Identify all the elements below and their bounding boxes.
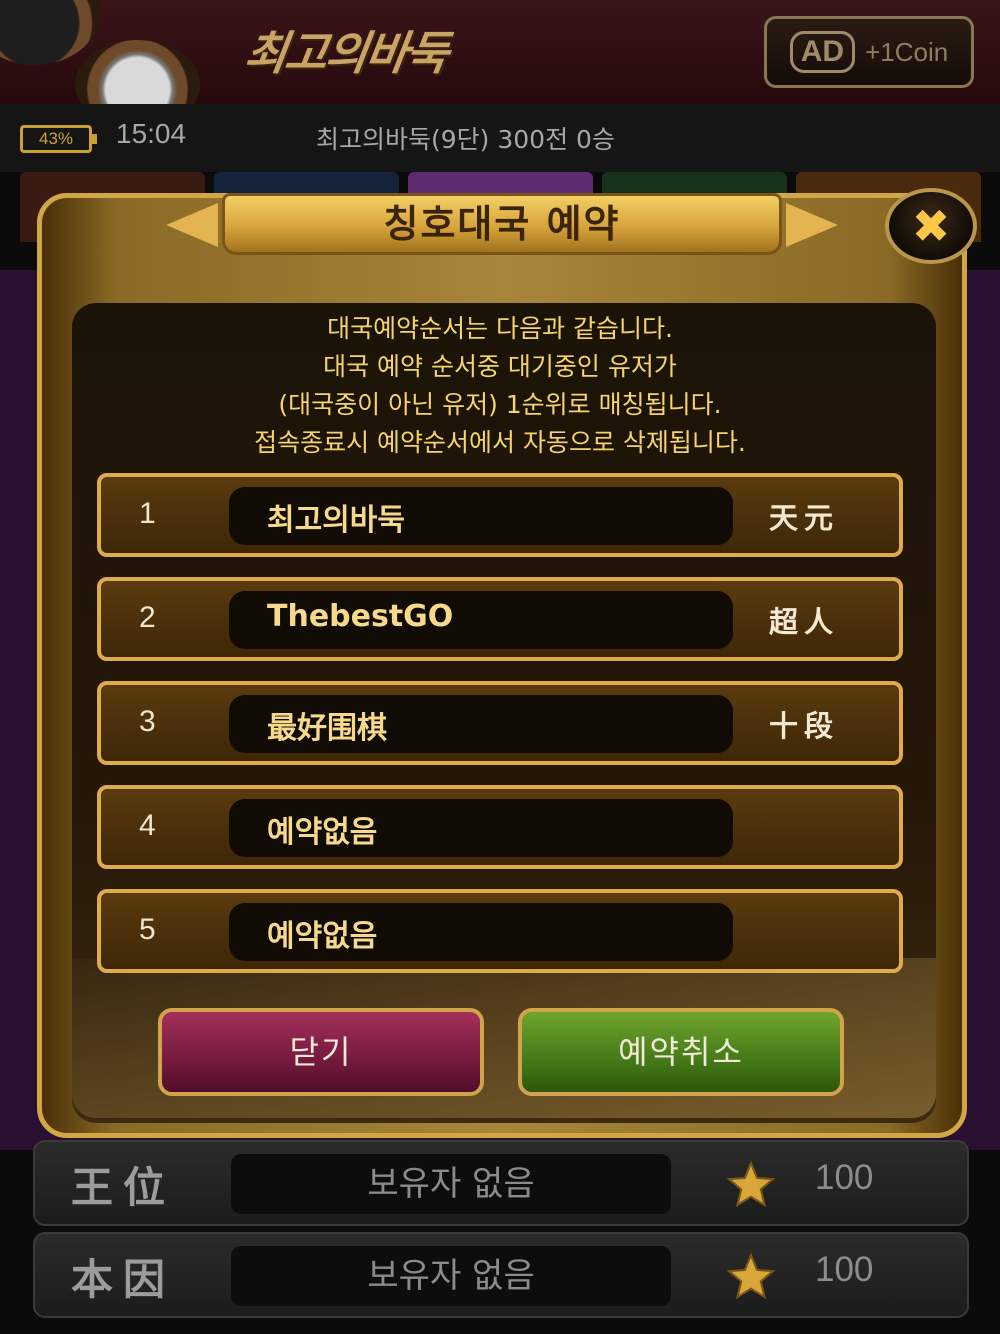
reservation-name-box: 最好围棋 (229, 695, 733, 753)
reservation-info-text: 대국예약순서는 다음과 같습니다. 대국 예약 순서중 대기중인 유저가 (대국… (70, 310, 930, 462)
title-name: 王位 (71, 1163, 176, 1212)
black-stone-bowl (0, 0, 100, 65)
reservation-row[interactable]: 1 최고의바둑 天元 (97, 473, 903, 557)
title-holder-row[interactable]: 王位 보유자 없음 100 (33, 1140, 969, 1226)
reservation-title: 天元 (769, 501, 840, 535)
reservation-name-box: 최고의바둑 (229, 487, 733, 545)
reservation-row[interactable]: 2 ThebestGO 超人 (97, 577, 903, 661)
coin-reward: 100 (815, 1158, 874, 1197)
reservation-name: 예약없음 (267, 919, 378, 954)
reservation-title: 超人 (769, 605, 840, 639)
info-line: (대국중이 아닌 유저) 1순위로 매칭됩니다. (278, 390, 722, 419)
prev-arrow-icon[interactable] (166, 203, 218, 247)
dialog-title-banner: 칭호대국 예약 (222, 193, 782, 255)
reservation-title: 十段 (769, 709, 840, 743)
ad-badge: AD (789, 31, 856, 73)
star-icon (726, 1160, 776, 1208)
dialog-title: 칭호대국 예약 (383, 202, 621, 246)
info-line: 대국예약순서는 다음과 같습니다. (327, 314, 673, 343)
reservation-name-box: 예약없음 (229, 799, 733, 857)
title-name: 本因 (71, 1255, 176, 1304)
info-line: 대국 예약 순서중 대기중인 유저가 (323, 352, 677, 381)
player-record: 최고의바둑(9단) 300전 0승 (316, 125, 615, 154)
reservation-row[interactable]: 4 예약없음 (97, 785, 903, 869)
next-arrow-icon[interactable] (786, 203, 838, 247)
info-line: 접속종료시 예약순서에서 자동으로 삭제됩니다. (254, 428, 746, 457)
reservation-name: 최고의바둑 (267, 503, 405, 538)
reservation-name-box: 예약없음 (229, 903, 733, 961)
ad-reward-label: +1Coin (865, 36, 949, 67)
title-holder-row[interactable]: 本因 보유자 없음 100 (33, 1232, 969, 1318)
app-header: 최고의바둑 AD +1Coin (0, 0, 1000, 130)
reservation-rank: 2 (139, 601, 156, 634)
holder-name: 보유자 없음 (231, 1246, 671, 1306)
holder-name: 보유자 없음 (231, 1154, 671, 1214)
reservation-name: 예약없음 (267, 815, 378, 850)
star-icon (726, 1252, 776, 1300)
reservation-row[interactable]: 3 最好围棋 十段 (97, 681, 903, 765)
close-dialog-button[interactable]: ✖ (885, 188, 977, 264)
reservation-row[interactable]: 5 예약없음 (97, 889, 903, 973)
clock: 15:04 (116, 118, 187, 149)
close-icon: ✖ (911, 199, 951, 253)
close-button[interactable]: 닫기 (158, 1008, 484, 1096)
coin-reward: 100 (815, 1250, 874, 1289)
app-logo: 최고의바둑 (241, 26, 451, 80)
reservation-rank: 4 (139, 809, 156, 842)
cancel-reservation-button[interactable]: 예약취소 (518, 1008, 844, 1096)
reservation-rank: 3 (139, 705, 156, 738)
reservation-rank: 1 (139, 497, 156, 530)
watch-ad-button[interactable]: AD +1Coin (764, 16, 974, 88)
reservation-rank: 5 (139, 913, 156, 946)
battery-indicator: 43% (20, 125, 97, 153)
reservation-name: 最好围棋 (267, 711, 387, 746)
reservation-name-box: ThebestGO (229, 591, 733, 649)
reservation-name: ThebestGO (267, 599, 454, 634)
